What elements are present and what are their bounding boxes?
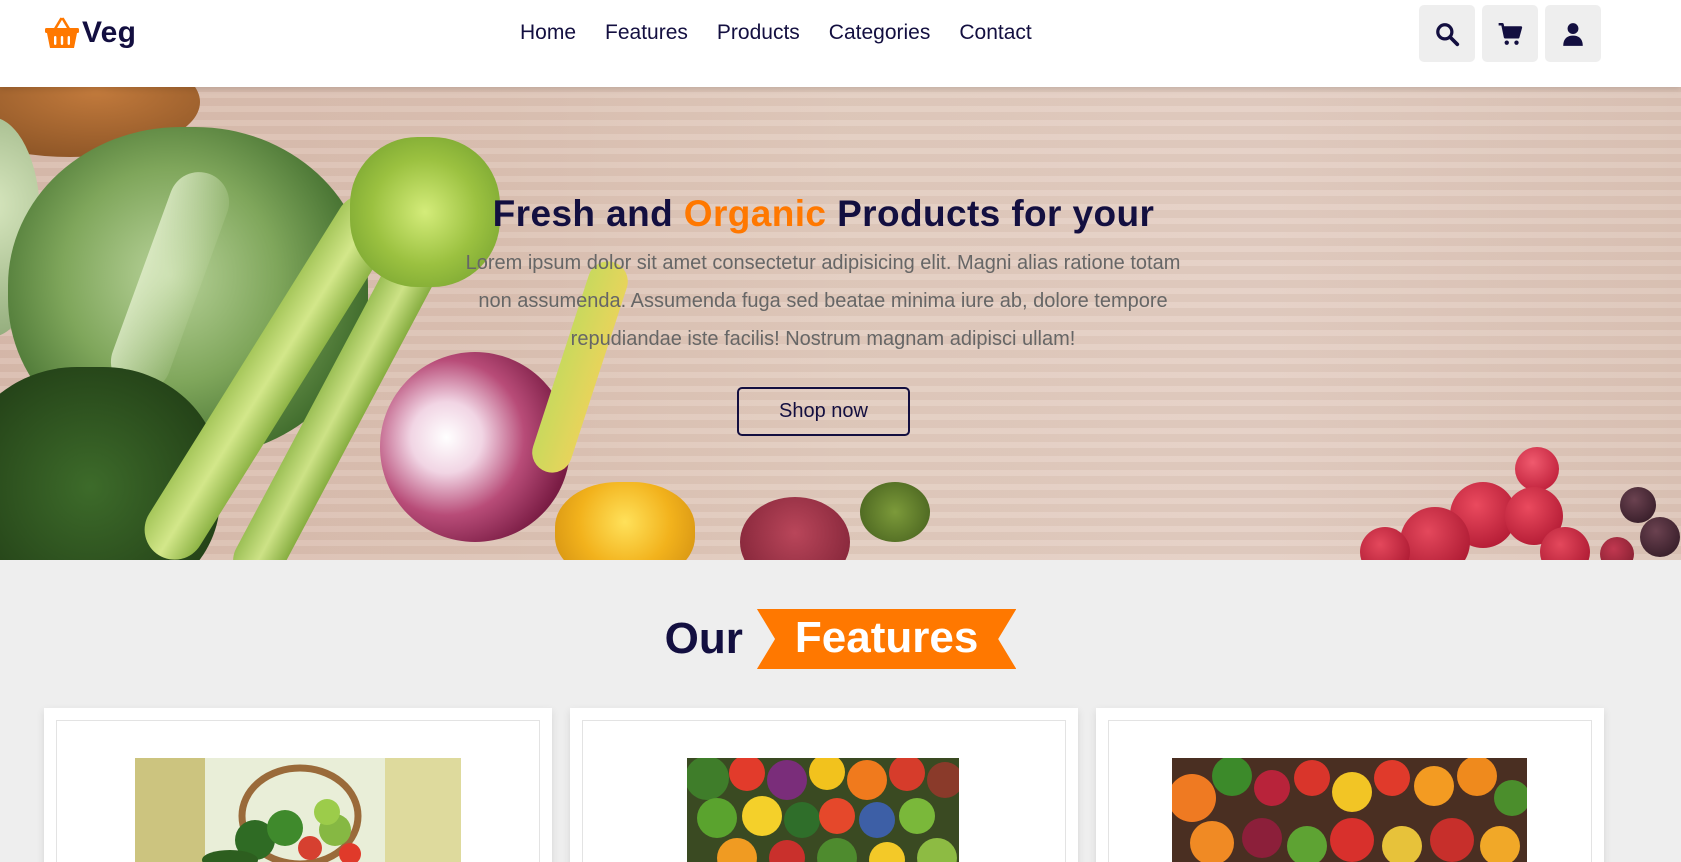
feature-image-vegetables [687, 758, 959, 862]
nav-products[interactable]: Products [717, 21, 800, 45]
shop-now-button[interactable]: Shop now [737, 387, 910, 436]
features-cards [44, 708, 1604, 862]
nav-contact[interactable]: Contact [959, 21, 1031, 45]
feature-image-basket [135, 758, 461, 862]
feature-card [570, 708, 1078, 862]
nav-categories[interactable]: Categories [829, 21, 931, 45]
feature-image-fruits [1172, 758, 1527, 862]
search-icon [1436, 22, 1460, 46]
cart-icon [1498, 22, 1523, 45]
hero-title: Fresh and Organic Products for your [0, 193, 1647, 235]
brand-name: Veg [82, 16, 137, 49]
user-button[interactable] [1545, 5, 1601, 62]
hero-title-accent: Organic [683, 193, 827, 234]
features-heading: Our Features [0, 609, 1681, 669]
nav-home[interactable]: Home [520, 21, 576, 45]
hero-description: Lorem ipsum dolor sit amet consectetur a… [465, 252, 1181, 350]
hero-title-part2: Products for your [837, 193, 1155, 234]
hero-title-part1: Fresh and [492, 193, 674, 234]
main-nav: Home Features Products Categories Contac… [520, 21, 1032, 45]
shopping-basket-icon [44, 16, 80, 50]
cart-button[interactable] [1482, 5, 1538, 62]
site-header: Veg Home Features Products Categories Co… [0, 0, 1681, 87]
feature-card [44, 708, 552, 862]
features-heading-plain: Our [664, 614, 743, 663]
header-icons [1419, 5, 1601, 62]
hero-section: Fresh and Organic Products for your Lore… [0, 87, 1681, 560]
user-icon [1563, 22, 1583, 46]
feature-card [1096, 708, 1604, 862]
search-button[interactable] [1419, 5, 1475, 62]
logo-link[interactable]: Veg [44, 16, 136, 50]
nav-features[interactable]: Features [605, 21, 688, 45]
features-heading-accent: Features [756, 609, 1017, 669]
